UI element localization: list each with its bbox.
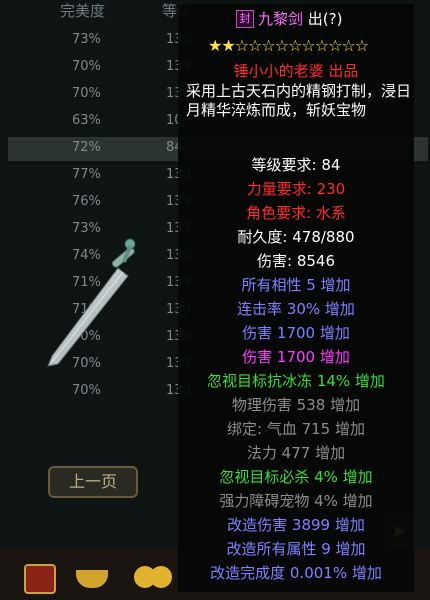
item-attribute-line: 强力障碍宠物 4% 增加 xyxy=(219,492,373,510)
item-attribute-line: 力量要求: 230 xyxy=(246,180,346,198)
item-attribute-line: 法力 477 增加 xyxy=(246,444,346,462)
gold-ingot-icon[interactable] xyxy=(76,570,108,588)
row-perfection[interactable]: 70% xyxy=(72,59,101,74)
row-perfection[interactable]: 76% xyxy=(72,194,101,209)
star-rating: ★★☆☆☆☆☆☆☆☆☆☆ xyxy=(208,36,369,55)
item-suffix: 出(?) xyxy=(307,10,343,28)
row-perfection[interactable]: 63% xyxy=(72,113,101,128)
item-attribute-line: 等级要求: 84 xyxy=(251,156,341,174)
item-attribute-line: 改造完成度 0.001% 增加 xyxy=(210,564,382,582)
item-attribute-line: 连击率 30% 增加 xyxy=(237,300,355,318)
maker-label: 锤小小的老婆 出品 xyxy=(233,62,359,80)
column-header-perfection: 完美度 xyxy=(60,2,106,20)
row-perfection[interactable]: 70% xyxy=(72,383,101,398)
bound-seal-icon: 封 xyxy=(236,10,254,28)
sword-icon xyxy=(47,238,136,367)
item-attribute-line: 伤害 1700 增加 xyxy=(242,348,350,366)
item-description: 采用上古天石内的精钢打制，浸日月精华淬炼而成，斩妖宝物 xyxy=(186,82,412,119)
row-perfection[interactable]: 77% xyxy=(72,167,101,182)
item-attribute-line: 耐久度: 478/880 xyxy=(237,228,355,246)
item-title: 九黎剑 出(?) xyxy=(258,8,342,29)
row-perfection[interactable]: 70% xyxy=(72,86,101,101)
item-attribute-line: 忽视目标抗冰冻 14% 增加 xyxy=(207,372,385,390)
item-attribute-line: 伤害 1700 增加 xyxy=(242,324,350,342)
row-perfection[interactable]: 72% xyxy=(72,140,101,155)
row-perfection[interactable]: 73% xyxy=(72,32,101,47)
item-attribute-line: 物理伤害 538 增加 xyxy=(231,396,361,414)
item-attribute-line: 改造所有属性 9 增加 xyxy=(226,540,366,558)
item-attribute-line: 伤害: 8546 xyxy=(257,252,335,270)
treasure-chest-icon[interactable] xyxy=(24,564,56,594)
item-attribute-line: 角色要求: 水系 xyxy=(246,204,346,222)
coin-icon[interactable] xyxy=(150,566,172,588)
item-name: 九黎剑 xyxy=(258,10,304,28)
item-attribute-line: 绑定: 气血 715 增加 xyxy=(227,420,365,438)
item-attribute-line: 忽视目标必杀 4% 增加 xyxy=(219,468,373,486)
item-attribute-line: 所有相性 5 增加 xyxy=(241,276,351,294)
prev-page-button[interactable]: 上一页 xyxy=(48,466,138,498)
item-attribute-line: 改造伤害 3899 增加 xyxy=(227,516,365,534)
